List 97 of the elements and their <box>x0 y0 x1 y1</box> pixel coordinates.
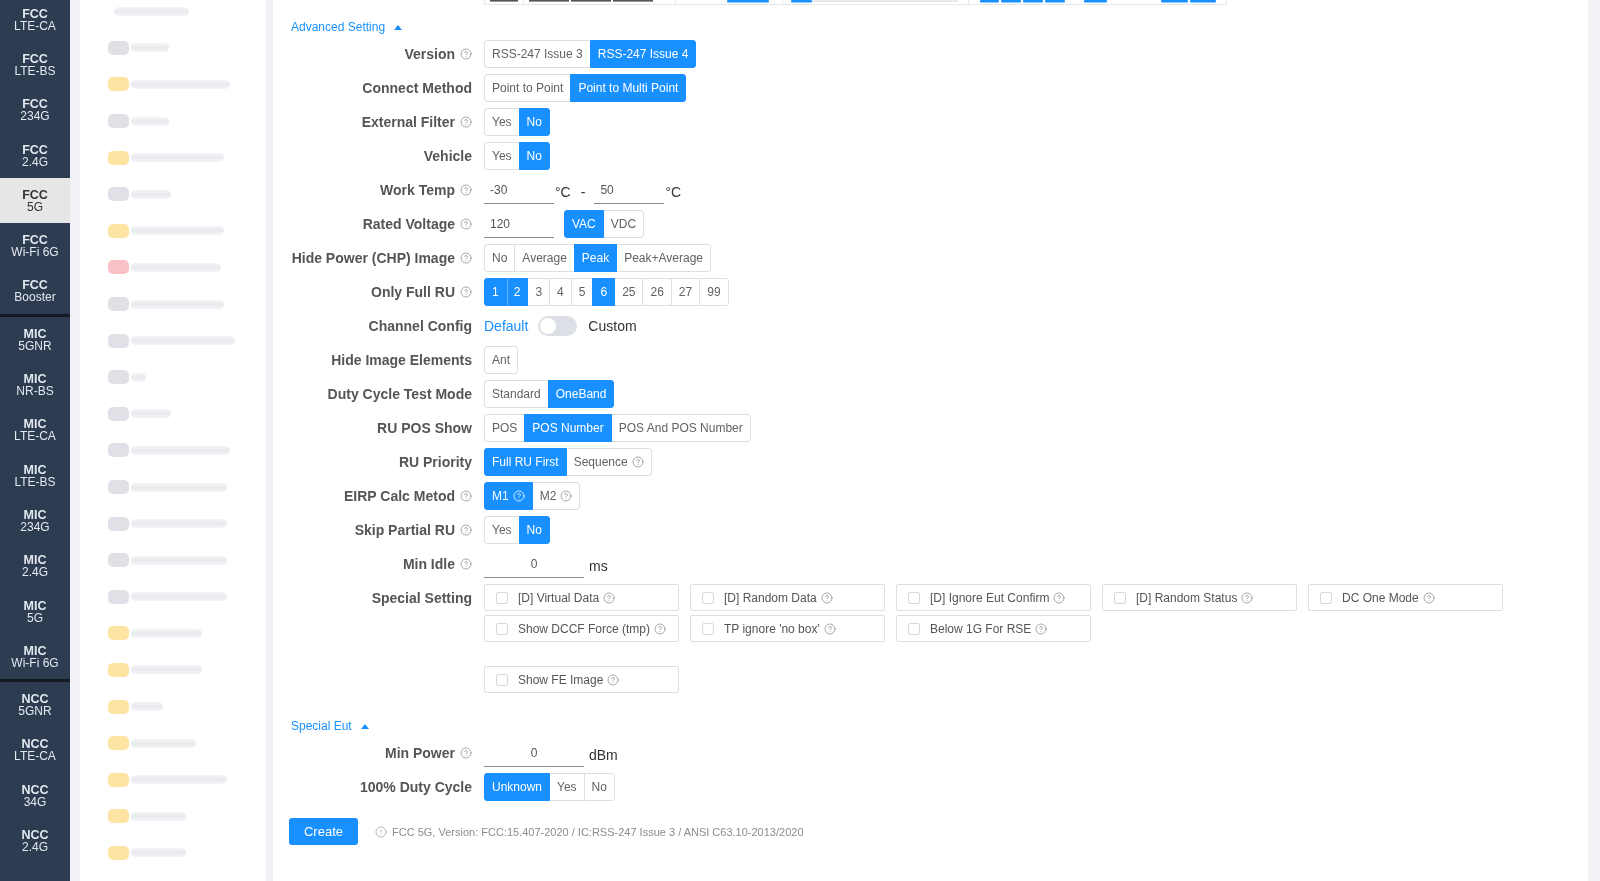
field-label: EIRP Calc Metod <box>344 488 455 504</box>
field-label: RU POS Show <box>377 420 472 436</box>
sidebar-item[interactable]: FCC 5G <box>0 178 70 224</box>
checkbox[interactable] <box>908 591 920 604</box>
option-button[interactable]: Peak+Average <box>616 244 712 272</box>
input-field[interactable]: 50 <box>594 176 665 204</box>
input-field[interactable]: 120 <box>484 210 554 238</box>
field-label: Version <box>404 46 455 62</box>
toggle-switch[interactable] <box>538 316 578 336</box>
field-label: Connect Method <box>362 80 472 96</box>
checkbox[interactable] <box>908 622 920 635</box>
field-label: External Filter <box>361 114 455 130</box>
option-button[interactable]: Sequence <box>565 448 652 476</box>
sidebar-item[interactable]: MIC LTE-BS <box>0 452 70 499</box>
checkbox-option[interactable]: Below 1G For RSE <box>896 615 1091 642</box>
checkbox[interactable] <box>1114 591 1126 604</box>
field-label: Hide Image Elements <box>331 352 472 368</box>
field-label: RU Priority <box>398 454 472 470</box>
sidebar-item[interactable]: FCC LTE-CA <box>0 0 70 43</box>
unit-label: dBm <box>589 745 618 763</box>
sidebar-item[interactable]: FCC 234G <box>0 87 70 133</box>
checkbox-option[interactable]: TP ignore 'no box' <box>690 615 885 642</box>
field-label: Special Setting <box>371 589 472 606</box>
option-button[interactable]: Yes <box>549 773 585 801</box>
checkbox-option[interactable]: [D] Random Data <box>690 584 885 611</box>
field-label: Skip Partial RU <box>354 522 455 538</box>
sidebar-item[interactable]: FCC 2.4G <box>0 132 70 179</box>
checkbox[interactable] <box>1320 591 1332 604</box>
option-button[interactable]: VDC <box>602 210 645 238</box>
checkbox[interactable] <box>702 591 714 604</box>
sidebar-item[interactable]: FCC LTE-BS <box>0 42 70 88</box>
sidebar-item[interactable]: NCC LTE-CA <box>0 727 70 774</box>
sidebar-item[interactable]: MIC 234G <box>0 498 70 544</box>
checkbox-option[interactable]: [D] Random Status <box>1102 584 1297 611</box>
help-icon <box>560 490 573 502</box>
option-button[interactable]: 4 <box>549 278 572 306</box>
checkbox-option[interactable]: Show FE Image <box>484 666 679 693</box>
field-label: 100% Duty Cycle <box>359 779 472 795</box>
unit-label: ms <box>589 556 608 574</box>
option-button[interactable]: POS <box>484 414 526 442</box>
checkbox[interactable] <box>496 673 508 686</box>
option-button[interactable]: Point to Point <box>484 74 572 102</box>
input-field[interactable]: 0 <box>484 550 584 578</box>
sidebar-item[interactable]: MIC 5G <box>0 588 70 635</box>
input-field[interactable]: -30 <box>484 176 554 204</box>
unit-label: °C <box>555 182 571 200</box>
option-button[interactable]: Ant <box>484 346 518 374</box>
field-label: Rated Voltage <box>362 216 455 232</box>
field-label: Min Power <box>385 745 455 761</box>
field-label: Work Temp <box>380 182 455 198</box>
option-button[interactable]: No <box>583 773 615 801</box>
field-label: Min Idle <box>402 556 455 572</box>
field-label: Only Full RU <box>371 284 455 300</box>
checkbox-option[interactable]: DC One Mode <box>1308 584 1503 611</box>
sidebar-item[interactable]: MIC Wi-Fi 6G <box>0 634 70 680</box>
option-button[interactable]: No <box>484 244 516 272</box>
unit-label: °C <box>665 182 682 200</box>
help-icon <box>512 490 525 502</box>
range-separator: - <box>580 182 586 200</box>
option-button[interactable]: 99 <box>699 278 729 306</box>
sidebar-item[interactable]: MIC 2.4G <box>0 543 70 589</box>
sidebar-item[interactable]: MIC LTE-CA <box>0 407 70 453</box>
option-button[interactable]: 27 <box>670 278 701 306</box>
option-button[interactable]: M2 <box>531 482 581 510</box>
field-label: Vehicle <box>423 148 472 164</box>
checkbox[interactable] <box>496 622 508 635</box>
sidebar-item[interactable]: NCC 34G <box>0 773 70 819</box>
section-toggle[interactable]: Advanced Setting <box>291 17 403 37</box>
checkbox[interactable] <box>496 591 508 604</box>
alert-icon <box>375 825 387 838</box>
input-field[interactable]: 0 <box>484 739 584 767</box>
option-button[interactable]: RSS-247 Issue 3 <box>484 40 591 68</box>
field-label: Channel Config <box>368 318 472 334</box>
sidebar-item[interactable]: MIC 5GNR <box>0 317 70 363</box>
sidebar-item[interactable]: FCC Wi-Fi 6G <box>0 223 70 269</box>
checkbox-option[interactable]: [D] Ignore Eut Confirm <box>896 584 1091 611</box>
sidebar-item[interactable]: FCC Booster <box>0 268 70 315</box>
option-button[interactable]: Yes <box>484 108 520 136</box>
version-note: FCC 5G, Version: FCC:15.407-2020 / IC:RSS-247 Issue 3 / ANSI C63.10-2013/2020 <box>392 825 804 838</box>
help-icon <box>631 456 644 468</box>
sidebar-item[interactable]: NCC 5GNR <box>0 682 70 728</box>
sidebar-item[interactable]: MIC NR-BS <box>0 362 70 408</box>
switch-label: Custom <box>588 318 637 334</box>
checkbox-option[interactable]: Show DCCF Force (tmp) <box>484 615 679 642</box>
checkbox[interactable] <box>702 622 714 635</box>
option-button[interactable]: Yes <box>484 142 520 170</box>
switch-label: Default <box>484 318 529 334</box>
section-toggle[interactable]: Special Eut <box>291 716 369 736</box>
option-button[interactable]: POS And POS Number <box>610 414 751 442</box>
option-button[interactable]: 26 <box>642 278 672 306</box>
option-button[interactable]: Standard <box>484 380 549 408</box>
field-label: Hide Power (CHP) Image <box>291 250 455 266</box>
option-button[interactable]: Yes <box>484 516 520 544</box>
option-button[interactable]: Average <box>514 244 575 272</box>
checkbox-option[interactable]: [D] Virtual Data <box>484 584 679 611</box>
sidebar-item[interactable]: NCC 2.4G <box>0 818 70 864</box>
field-label: Duty Cycle Test Mode <box>327 386 472 402</box>
